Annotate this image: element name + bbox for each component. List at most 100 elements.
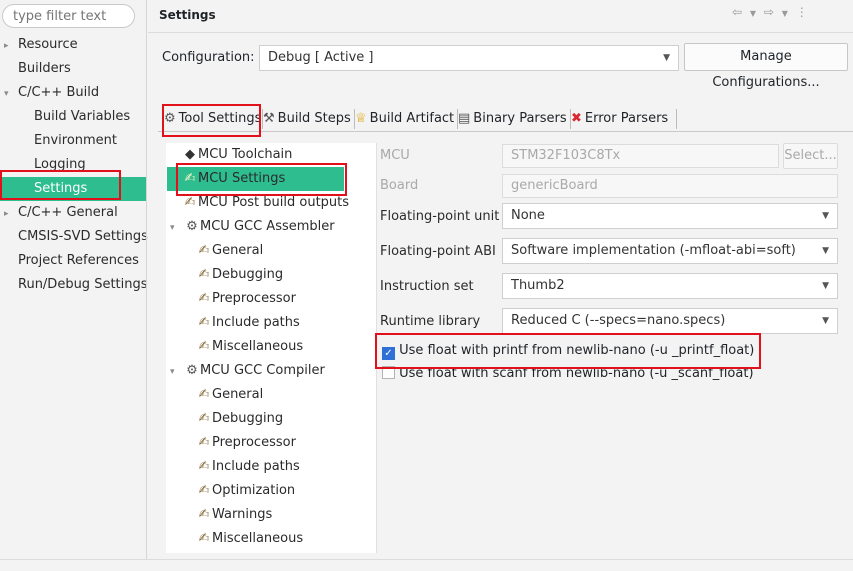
- tool-item-preprocessor[interactable]: ✍ Preprocessor: [196, 431, 296, 455]
- tool-item-optimization[interactable]: ✍ Optimization: [196, 479, 296, 503]
- tree-item-settings[interactable]: Settings: [0, 177, 146, 201]
- tree-item-builders[interactable]: Builders: [0, 57, 146, 81]
- tool-item-label: General: [212, 387, 264, 402]
- tab-binary-parsers[interactable]: ▤ Binary Parsers: [458, 107, 567, 131]
- option-icon: ✍: [198, 243, 210, 258]
- fabi-label: Floating-point ABI: [380, 244, 496, 259]
- tool-item-label: Debugging: [212, 267, 284, 282]
- expand-down-icon[interactable]: ▾: [170, 360, 184, 384]
- tool-item-label: MCU Settings: [198, 171, 286, 186]
- option-icon: ✍: [198, 459, 210, 474]
- tree-item-label: CMSIS-SVD Settings: [18, 229, 148, 244]
- configuration-label: Configuration:: [162, 50, 255, 65]
- tree-item-label: Build Variables: [34, 109, 131, 124]
- tab-label: Error Parsers: [584, 111, 669, 126]
- tool-icon: ⚙: [186, 219, 198, 234]
- fabi-combo[interactable]: Software implementation (-mfloat-abi=sof…: [502, 238, 838, 264]
- tool-item-debugging[interactable]: ✍ Debugging: [196, 263, 284, 287]
- option-icon: ✍: [198, 267, 210, 282]
- tree-item-resource[interactable]: ▸ Resource: [0, 33, 146, 57]
- back-dropdown-icon[interactable]: ▼: [750, 9, 756, 18]
- tab-error-parsers[interactable]: ✖ Error Parsers: [571, 107, 668, 131]
- expand-right-icon[interactable]: ▸: [4, 34, 18, 58]
- tree-item-label: C/C++ General: [18, 205, 118, 220]
- tool-item-warnings[interactable]: ✍ Warnings: [196, 503, 273, 527]
- expand-down-icon[interactable]: ▾: [4, 82, 18, 106]
- tool-item-mcu-settings[interactable]: ✍ MCU Settings: [167, 167, 344, 191]
- tree-item-environment[interactable]: Environment: [0, 129, 146, 153]
- tool-icon: ⚙: [186, 363, 198, 378]
- forward-icon[interactable]: ⇨: [764, 5, 774, 19]
- instruction-set-combo[interactable]: Thumb2 ▼: [502, 273, 838, 299]
- option-icon: ✍: [198, 339, 210, 354]
- chevron-down-icon: ▼: [822, 281, 829, 291]
- tool-item-label: Preprocessor: [212, 291, 296, 306]
- tree-item-run-debug-settings[interactable]: Run/Debug Settings: [0, 273, 148, 297]
- tree-item-c-c-general[interactable]: ▸ C/C++ General: [0, 201, 146, 225]
- scanf-float-label: Use float with scanf from newlib-nano (-…: [399, 366, 754, 381]
- chevron-down-icon: ▼: [663, 53, 670, 63]
- option-icon: ✍: [184, 171, 196, 186]
- board-label: Board: [380, 178, 419, 193]
- configuration-combo[interactable]: Debug [ Active ] ▼: [259, 45, 679, 71]
- property-tree: ▸ Resource Builders ▾ C/C++ Build Build Varia…: [0, 33, 148, 297]
- tree-item-project-references[interactable]: Project References: [0, 249, 146, 273]
- tree-item-cmsis-svd-settings[interactable]: CMSIS-SVD Settings: [0, 225, 148, 249]
- manage-configurations-button[interactable]: Manage Configurations...: [684, 43, 848, 90]
- board-field: genericBoard: [502, 174, 838, 198]
- fabi-value: Software implementation (-mfloat-abi=sof…: [511, 243, 796, 258]
- configuration-value: Debug [ Active ]: [268, 50, 374, 65]
- scanf-float-checkbox[interactable]: [382, 366, 395, 379]
- printf-float-label: Use float with printf from newlib-nano (…: [399, 343, 755, 358]
- tab-label: Build Steps: [277, 111, 351, 126]
- tree-item-label: Logging: [34, 157, 86, 172]
- chevron-down-icon: ▼: [822, 316, 829, 326]
- tool-item-mcu-gcc-compiler[interactable]: ▾ ⚙ MCU GCC Compiler: [170, 359, 325, 383]
- tool-item-general[interactable]: ✍ General: [196, 383, 264, 407]
- tool-item-label: MCU GCC Compiler: [200, 363, 325, 378]
- tab-build-steps[interactable]: ⚒ Build Steps: [263, 107, 351, 131]
- forward-dropdown-icon[interactable]: ▼: [782, 9, 788, 18]
- expand-right-icon[interactable]: ▸: [4, 202, 18, 226]
- filter-input[interactable]: [2, 4, 135, 28]
- nav-controls: ⇦ ▼ ⇨ ▼ ⋮: [732, 5, 808, 19]
- tool-item-mcu-gcc-assembler[interactable]: ▾ ⚙ MCU GCC Assembler: [170, 215, 335, 239]
- gear-icon: ⚙: [164, 111, 176, 126]
- option-icon: ✍: [198, 531, 210, 546]
- tool-item-mcu-post-build-outputs[interactable]: ✍ MCU Post build outputs: [182, 191, 349, 215]
- tool-item-include-paths[interactable]: ✍ Include paths: [196, 311, 300, 335]
- tab-bar-line: [158, 131, 853, 132]
- fpu-value: None: [511, 208, 545, 223]
- tool-item-preprocessor[interactable]: ✍ Preprocessor: [196, 287, 296, 311]
- tree-item-label: C/C++ Build: [18, 85, 100, 100]
- tree-item-build-variables[interactable]: Build Variables: [0, 105, 146, 129]
- binary-icon: ▤: [458, 111, 471, 126]
- back-icon[interactable]: ⇦: [732, 5, 742, 19]
- fpu-combo[interactable]: None ▼: [502, 203, 838, 229]
- printf-float-checkbox[interactable]: ✓: [382, 347, 395, 360]
- option-icon: ✍: [198, 315, 210, 330]
- trophy-icon: ♕: [355, 111, 367, 126]
- printf-float-option[interactable]: ✓ Use float with printf from newlib-nano…: [382, 343, 754, 360]
- tool-item-general[interactable]: ✍ General: [196, 239, 264, 263]
- runtime-library-combo[interactable]: Reduced C (--specs=nano.specs) ▼: [502, 308, 838, 334]
- tool-item-miscellaneous[interactable]: ✍ Miscellaneous: [196, 527, 304, 551]
- tab-tool-settings[interactable]: ⚙ Tool Settings: [164, 107, 261, 131]
- menu-icon[interactable]: ⋮: [796, 5, 808, 19]
- select-mcu-button[interactable]: Select...: [783, 143, 838, 169]
- tool-item-mcu-toolchain[interactable]: ◆ MCU Toolchain: [182, 143, 292, 167]
- tool-item-include-paths[interactable]: ✍ Include paths: [196, 455, 300, 479]
- tree-item-logging[interactable]: Logging: [0, 153, 146, 177]
- tool-item-label: MCU GCC Assembler: [200, 219, 335, 234]
- tool-item-miscellaneous[interactable]: ✍ Miscellaneous: [196, 335, 304, 359]
- error-icon: ✖: [571, 111, 582, 126]
- tool-item-label: Warnings: [212, 507, 273, 522]
- tool-item-debugging[interactable]: ✍ Debugging: [196, 407, 284, 431]
- option-icon: ✍: [198, 411, 210, 426]
- header-divider: [148, 32, 853, 33]
- expand-down-icon[interactable]: ▾: [170, 216, 184, 240]
- scanf-float-option[interactable]: Use float with scanf from newlib-nano (-…: [382, 366, 754, 381]
- tab-build-artifact[interactable]: ♕ Build Artifact: [355, 107, 454, 131]
- tree-item-c-c-build[interactable]: ▾ C/C++ Build: [0, 81, 146, 105]
- tree-item-label: Project References: [18, 253, 139, 268]
